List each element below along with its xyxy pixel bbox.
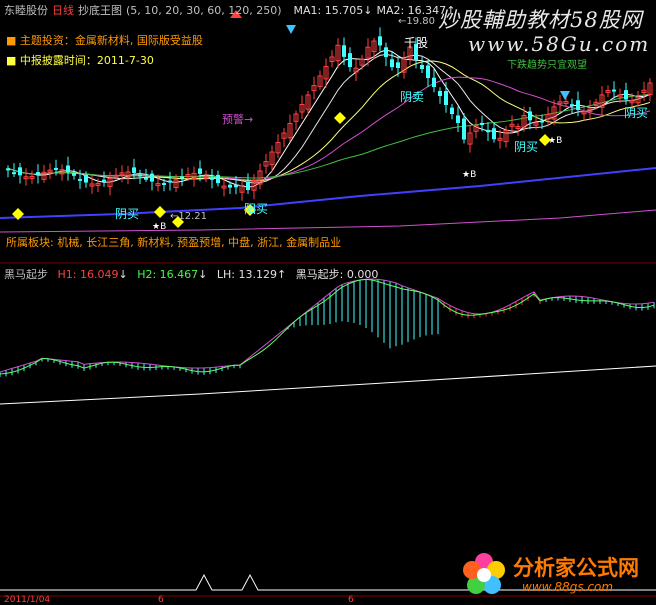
candle-body-down <box>576 100 580 110</box>
candle-body-down <box>6 168 10 171</box>
candle-body-down <box>198 168 202 174</box>
candle-body-down <box>420 64 424 69</box>
theme-investment-line: ■ 主题投资：金属新材料, 国际版受益股 <box>6 32 203 48</box>
lh-line <box>0 365 656 405</box>
candle-body-down <box>168 180 172 183</box>
chart-header: 东睦股份 日线 抄底王图 (5, 10, 20, 30, 60, 120, 250) M… <box>4 2 459 18</box>
sector-text: 所属板块: 机械, 长江三角, 新材料, 预盈预增, 中盘, 浙江, 金属制品业 <box>6 236 342 249</box>
down-triangle-icon <box>286 25 296 34</box>
star-mark-2: ★B <box>462 170 477 180</box>
date-axis-mid-2: 6 <box>348 595 354 605</box>
indicator-params: (5, 10, 20, 30, 60, 120, 250) <box>126 4 282 17</box>
buy-label-1: 阴买 <box>115 207 140 221</box>
candle-body-down <box>234 184 238 188</box>
candle-body-down <box>144 177 148 180</box>
down-triangle-icon <box>560 91 570 100</box>
indicator-name[interactable]: 抄底王图 <box>78 4 122 17</box>
black-horse-indicator <box>0 278 656 405</box>
candle-body-down <box>72 172 76 176</box>
report-time-text: 中报披露时间：2011-7-30 <box>19 54 154 67</box>
ma30-line <box>7 76 651 181</box>
candle-body-down <box>426 65 430 78</box>
thousand-stock-label: 千股 <box>404 36 429 50</box>
lh-value: LH: 13.129↑ <box>216 268 287 281</box>
buy-label-2: 阳买 <box>244 202 269 216</box>
candle-body-down <box>228 184 232 188</box>
chart-canvas <box>0 10 656 597</box>
candle-body-down <box>624 90 628 100</box>
ma1-value: MA1: 15.705 <box>293 4 364 17</box>
low-value-label: ←12.21 <box>170 211 208 222</box>
watermark-url: www.58Gu.com <box>468 32 651 56</box>
ma1-arrow: ↓ <box>363 4 373 17</box>
candle-body-down <box>246 181 250 190</box>
candle-body-down <box>216 174 220 184</box>
ma250-line <box>0 209 656 233</box>
candle-body-down <box>378 36 382 46</box>
buy-label-5: 阴买 <box>624 106 649 120</box>
candle-body-down <box>528 111 532 121</box>
theme-investment-text: 主题投资：金属新材料, 国际版受益股 <box>19 34 203 47</box>
star-mark-3: ★B <box>548 136 563 146</box>
star-mark-1: ★B <box>152 222 167 232</box>
candle-body-down <box>462 118 466 140</box>
flower-logo-icon <box>463 553 505 594</box>
sell-label: 阴卖 <box>400 90 425 104</box>
candle-body-down <box>348 53 352 68</box>
orange-square-icon: ■ <box>6 34 17 47</box>
candle-body-down <box>138 174 142 177</box>
signal-diamond-icon <box>334 112 346 124</box>
signal-diamond-icon <box>154 206 166 218</box>
candle-body-down <box>480 122 484 126</box>
candle-body-down <box>438 90 442 96</box>
lower-panel-header: 黑马起步 H1: 16.049↓ H2: 16.467↓ LH: 13.129↑… <box>4 266 378 282</box>
candle-body-down <box>450 107 454 114</box>
candle-body-down <box>486 129 490 133</box>
candle-body-down <box>396 62 400 68</box>
period-label[interactable]: 日线 <box>52 4 74 17</box>
report-time-line: ■ 中报披露时间：2011-7-30 <box>6 52 154 68</box>
logo-url: www.88gs.com <box>522 580 614 594</box>
buy-label-4: 阴买 <box>514 140 539 154</box>
candle-body-down <box>540 120 544 123</box>
candle-body-down <box>78 178 82 181</box>
date-axis-mid-1: 6 <box>158 595 164 605</box>
candle-body-down <box>102 179 106 182</box>
h1-value: H1: 16.049↓ <box>57 268 128 281</box>
warning-label: 预警→ <box>222 113 254 126</box>
candle-body-down <box>492 128 496 140</box>
high-value-label: ←19.80 <box>398 16 436 27</box>
start-value: 黑马起步: 0.000 <box>295 268 379 281</box>
candle-body-down <box>132 167 136 173</box>
candle-body-down <box>570 104 574 107</box>
candle-body-down <box>162 183 166 186</box>
candle-body-down <box>12 172 16 175</box>
lower-panel-title[interactable]: 黑马起步 <box>4 268 48 281</box>
candle-body-down <box>18 167 22 176</box>
watermark-title: 炒股輔助教材58股网 <box>438 8 643 32</box>
h1-line <box>0 278 655 373</box>
candle-body-down <box>612 89 616 92</box>
logo-name: 分析家公式网 <box>513 556 639 580</box>
candle-body-down <box>384 47 388 58</box>
candle-body-down <box>36 172 40 175</box>
h2-value: H2: 16.467↓ <box>137 268 208 281</box>
stock-name[interactable]: 东睦股份 <box>4 4 48 17</box>
candle-body-down <box>342 45 346 57</box>
candle-body-down <box>444 91 448 105</box>
candle-body-down <box>210 177 214 180</box>
panel-separators <box>0 262 656 597</box>
candle-body-down <box>54 167 58 170</box>
h2-line <box>0 278 655 375</box>
date-axis-start: 2011/1/04 <box>4 595 51 605</box>
candle-body-down <box>456 115 460 123</box>
yellow-square-icon: ■ <box>6 54 17 67</box>
candle-body-down <box>66 165 70 173</box>
trend-note-label: 下跌趋势只宜观望 <box>507 60 587 71</box>
candle-body-down <box>432 77 436 87</box>
candle-body-down <box>180 176 184 179</box>
candle-body-down <box>390 59 394 68</box>
candle-body-down <box>150 173 154 182</box>
candle-body-down <box>84 174 88 183</box>
